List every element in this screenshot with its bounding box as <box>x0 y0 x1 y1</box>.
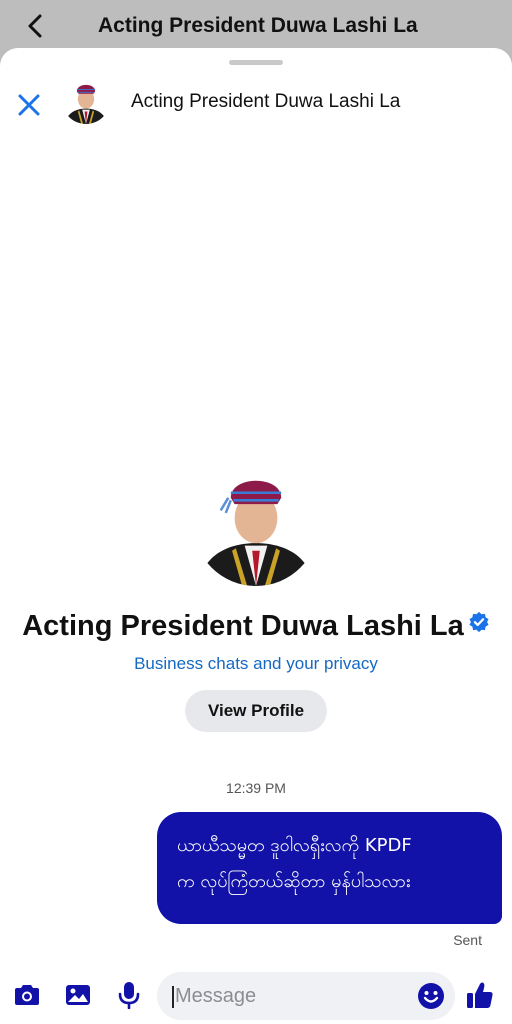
emoji-button[interactable] <box>417 982 445 1010</box>
profile-avatar-image <box>193 460 319 586</box>
message-placeholder: Message <box>175 985 257 1007</box>
header-contact-name: Acting President Duwa Lashi La <box>131 91 401 112</box>
view-profile-button[interactable]: View Profile <box>185 690 327 732</box>
top-bar-title: Acting President Duwa Lashi La <box>98 14 418 37</box>
message-input[interactable]: Message <box>157 972 455 1020</box>
sent-message-bubble[interactable]: ယာယီသမ္မတ ဒူဝါလရှီးလကို KPDF က လုပ်ကြံတယ… <box>157 812 502 924</box>
avatar-image <box>62 76 110 124</box>
message-line: က လုပ်ကြံတယ်ဆိုတာ မှန်ပါသလား <box>177 871 411 892</box>
close-icon <box>18 94 40 116</box>
like-button[interactable] <box>465 980 495 1010</box>
profile-name: Acting President Duwa Lashi La <box>0 610 512 643</box>
chat-sheet: Acting President Duwa Lashi La Acting Pr… <box>0 48 512 1024</box>
emoji-icon <box>418 983 444 1009</box>
drag-handle[interactable] <box>229 60 283 65</box>
message-line: ယာယီသမ္မတ ဒူဝါလရှီးလကို KPDF <box>177 835 412 856</box>
close-button[interactable] <box>14 90 44 120</box>
thumbs-up-icon <box>467 982 493 1008</box>
top-bar: Acting President Duwa Lashi La <box>0 0 512 52</box>
verified-badge-icon <box>468 608 490 641</box>
message-timestamp: 12:39 PM <box>226 780 286 796</box>
profile-name-text: Acting President Duwa Lashi La <box>22 610 464 642</box>
gallery-icon <box>66 985 90 1005</box>
message-status: Sent <box>453 932 482 948</box>
microphone-icon <box>118 982 140 1009</box>
profile-avatar[interactable] <box>193 460 319 586</box>
voice-button[interactable] <box>114 980 144 1010</box>
camera-icon <box>15 985 39 1005</box>
header-avatar[interactable] <box>62 76 110 124</box>
camera-button[interactable] <box>12 980 42 1010</box>
composer-bar: Message <box>0 968 512 1024</box>
gallery-button[interactable] <box>63 980 93 1010</box>
text-caret <box>172 986 174 1008</box>
back-button[interactable] <box>22 12 50 40</box>
back-chevron-icon <box>28 14 42 38</box>
privacy-link[interactable]: Business chats and your privacy <box>0 654 512 674</box>
